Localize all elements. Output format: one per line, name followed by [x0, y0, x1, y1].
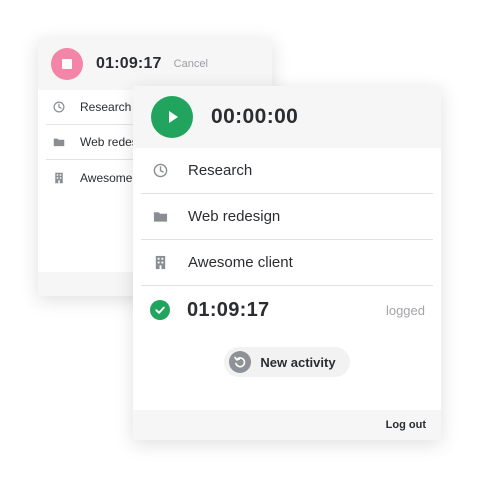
project-label: Web redesign — [188, 208, 281, 225]
new-activity-button[interactable]: New activity — [224, 347, 350, 377]
restart-icon — [229, 351, 252, 373]
client-select[interactable]: Awesome client — [141, 240, 433, 286]
client-label: Awesome client — [188, 254, 293, 271]
stop-button[interactable] — [51, 48, 83, 80]
logged-time: 01:09:17 — [187, 298, 270, 321]
folder-icon — [53, 136, 65, 148]
timer-details: Research Web redesign Awesome client — [133, 148, 441, 286]
clock-icon — [53, 101, 65, 113]
cancel-link[interactable]: Cancel — [174, 58, 208, 70]
building-icon — [153, 255, 168, 270]
folder-icon — [153, 209, 168, 224]
new-activity-wrap: New activity — [133, 347, 441, 377]
timer-card: 00:00:00 Research Web redesign Awesome c… — [133, 86, 441, 440]
play-icon — [169, 111, 178, 123]
running-timer-header: 01:09:17 Cancel — [38, 38, 272, 90]
check-circle-icon — [150, 300, 170, 320]
stop-icon — [62, 59, 72, 69]
start-button[interactable] — [151, 96, 193, 138]
timer-display: 00:00:00 — [211, 105, 299, 128]
logged-entry: 01:09:17 logged — [133, 286, 441, 334]
project-select[interactable]: Web redesign — [141, 194, 433, 240]
running-timer-display: 01:09:17 — [96, 55, 162, 72]
new-activity-label: New activity — [260, 354, 336, 370]
activity-select[interactable]: Research — [141, 148, 433, 194]
logged-status: logged — [385, 302, 425, 318]
timer-header: 00:00:00 — [133, 86, 441, 148]
clock-icon — [153, 163, 168, 178]
timer-footer: Log out — [133, 410, 441, 440]
building-icon — [53, 172, 65, 184]
logout-link[interactable]: Log out — [386, 419, 426, 431]
activity-label: Research — [188, 162, 253, 179]
back-item-activity-label: Research — [80, 100, 132, 114]
